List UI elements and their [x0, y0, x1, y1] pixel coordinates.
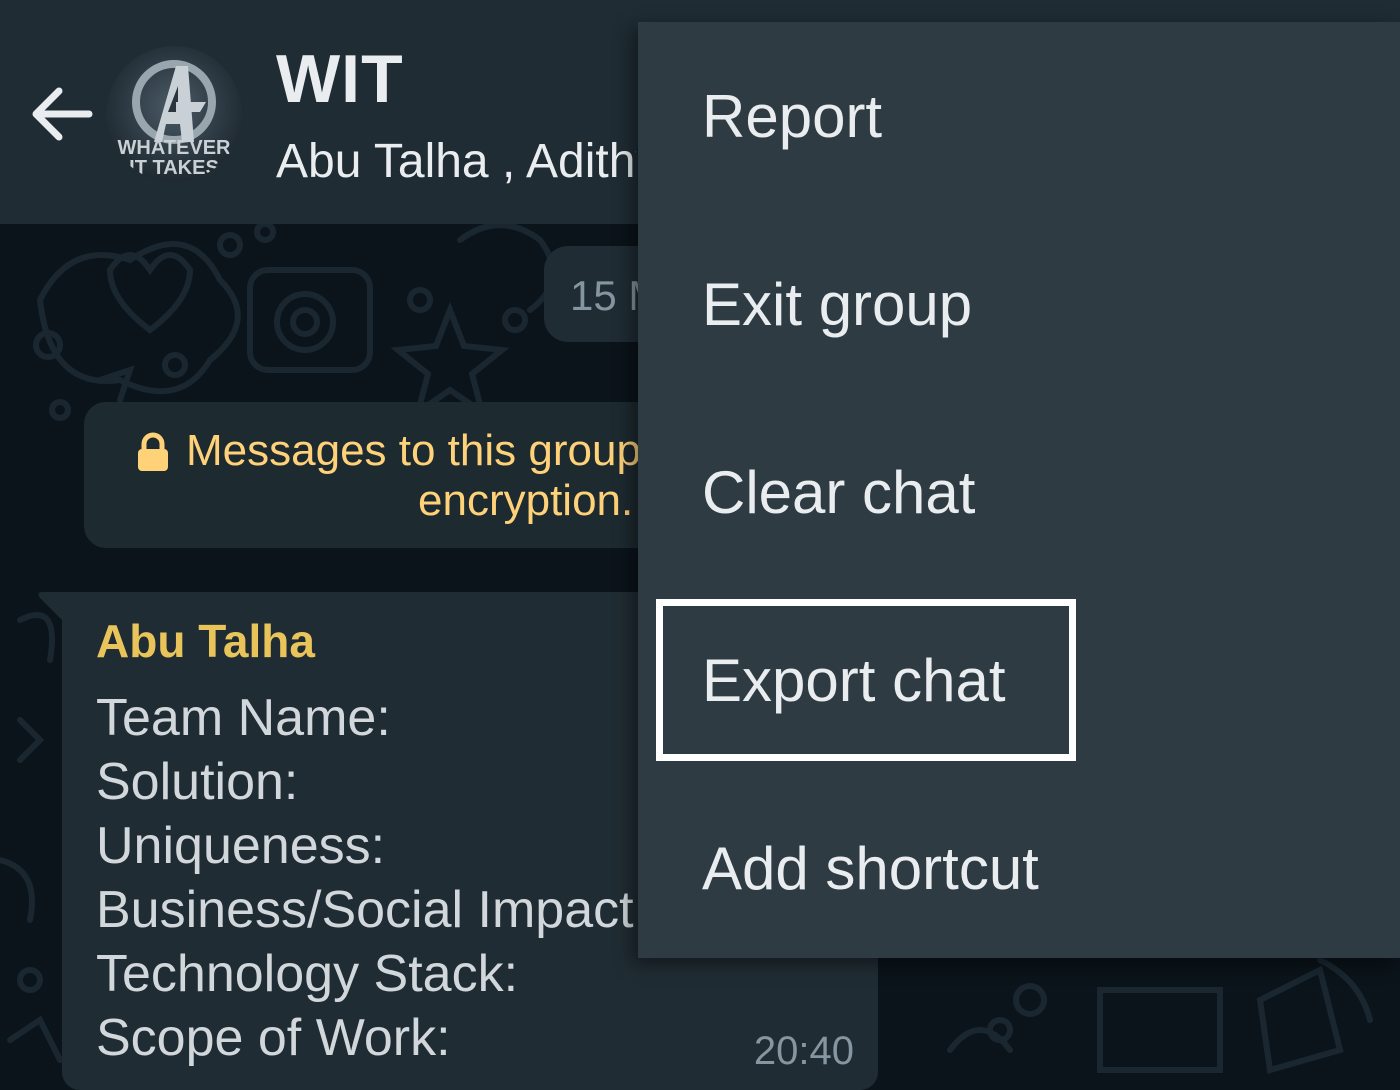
message-line: Technology Stack:: [96, 945, 519, 1003]
menu-item-exit-group[interactable]: Exit group: [638, 210, 1400, 398]
message-line: Business/Social Impact:: [96, 881, 649, 939]
avatar-text-line1: WHATEVER: [118, 137, 232, 159]
group-avatar[interactable]: WHATEVER IT TAKES: [106, 46, 242, 182]
encryption-text-line1: Messages to this group: [186, 426, 641, 475]
menu-item-add-shortcut[interactable]: Add shortcut: [638, 774, 1400, 962]
menu-item-clear-chat[interactable]: Clear chat: [638, 398, 1400, 586]
avengers-logo-icon: WHATEVER IT TAKES: [106, 46, 242, 182]
message-line: Team Name:: [96, 689, 391, 747]
message-sender[interactable]: Abu Talha: [96, 614, 315, 668]
back-button[interactable]: [22, 74, 102, 154]
overflow-menu: Report Exit group Clear chat Export chat…: [638, 22, 1400, 958]
menu-item-export-chat[interactable]: Export chat: [638, 586, 1400, 774]
menu-item-label: Add shortcut: [702, 835, 1039, 902]
message-line: Scope of Work:: [96, 1009, 451, 1067]
message-time: 20:40: [753, 1029, 854, 1073]
avatar-text-line2: IT TAKES: [129, 157, 219, 179]
menu-item-report[interactable]: Report: [638, 22, 1400, 210]
message-body: Team Name: Solution: Uniqueness: Busines…: [96, 686, 656, 1070]
menu-item-label: Exit group: [702, 271, 973, 338]
bubble-tail: [38, 592, 64, 622]
group-title[interactable]: WIT: [276, 40, 404, 118]
group-members[interactable]: Abu Talha , Adithya, Ahmed: [276, 134, 636, 189]
arrow-left-icon: [32, 87, 93, 141]
menu-item-label: Export chat: [702, 647, 1006, 714]
menu-item-label: Clear chat: [702, 459, 976, 526]
message-line: Solution:: [96, 753, 299, 811]
lock-icon: [138, 432, 168, 471]
encryption-text-line2: encryption.: [418, 476, 634, 525]
message-line: Uniqueness:: [96, 817, 386, 875]
menu-item-label: Report: [702, 83, 883, 150]
